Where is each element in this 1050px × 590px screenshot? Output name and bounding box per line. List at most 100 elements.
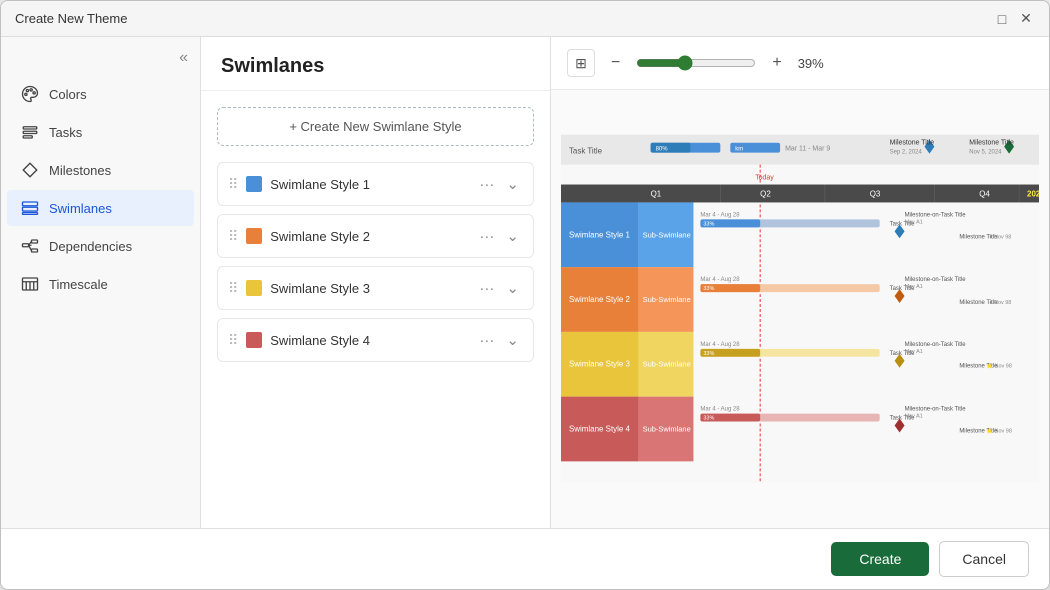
- close-button[interactable]: ✕: [1017, 10, 1035, 28]
- svg-text:● Nov 98: ● Nov 98: [989, 234, 1011, 240]
- sidebar: « Colors: [1, 37, 201, 528]
- style-actions-2: ··· ⌄: [475, 225, 523, 247]
- style-label-1: Swimlane Style 1: [270, 177, 467, 192]
- svg-text:km: km: [735, 147, 743, 153]
- create-button[interactable]: Create: [831, 542, 929, 576]
- dialog-title: Create New Theme: [15, 11, 127, 26]
- create-swimlane-style-button[interactable]: + Create New Swimlane Style: [217, 107, 534, 146]
- svg-text:⭐ Nov 98: ⭐ Nov 98: [986, 427, 1012, 434]
- main-header: Swimlanes: [201, 37, 550, 91]
- svg-text:Sub-Swimlane: Sub-Swimlane: [643, 424, 691, 433]
- table-view-button[interactable]: ⊞: [567, 49, 595, 77]
- sidebar-colors-label: Colors: [49, 87, 87, 102]
- tasks-icon: [21, 123, 39, 141]
- zoom-slider[interactable]: [636, 55, 756, 71]
- gantt-preview: Task Title 80% km Mar 11 - Mar 9 Milesto…: [561, 100, 1039, 518]
- main-content-panel: Swimlanes + Create New Swimlane Style Sw…: [201, 37, 551, 528]
- svg-text:80%: 80%: [656, 147, 669, 153]
- style-expand-button-1[interactable]: ⌄: [502, 173, 523, 195]
- svg-text:Q1: Q1: [651, 189, 662, 198]
- drag-handle-4[interactable]: [228, 332, 238, 349]
- svg-text:Milestone Title: Milestone Title: [890, 140, 935, 147]
- svg-text:Milestone-on-Task Title: Milestone-on-Task Title: [905, 342, 967, 348]
- zoom-in-button[interactable]: +: [766, 52, 787, 74]
- drag-handle-1[interactable]: [228, 176, 238, 193]
- svg-text:Swimlane Style 4: Swimlane Style 4: [569, 424, 631, 433]
- svg-text:Sub-Swimlane: Sub-Swimlane: [643, 230, 691, 239]
- style-expand-button-3[interactable]: ⌄: [502, 277, 523, 299]
- style-more-button-2[interactable]: ···: [475, 226, 498, 247]
- svg-text:Q3: Q3: [870, 189, 881, 198]
- sidebar-swimlanes-label: Swimlanes: [49, 201, 112, 216]
- dialog-footer: Create Cancel: [1, 528, 1049, 589]
- maximize-icon: □: [998, 11, 1006, 27]
- maximize-button[interactable]: □: [993, 10, 1011, 28]
- svg-text:⭐ Nov 98: ⭐ Nov 98: [986, 363, 1012, 370]
- sidebar-item-dependencies[interactable]: Dependencies: [7, 228, 194, 264]
- color-swatch-3: [246, 280, 262, 296]
- style-label-4: Swimlane Style 4: [270, 333, 467, 348]
- svg-text:Milestone-on-Task Title: Milestone-on-Task Title: [905, 277, 967, 283]
- drag-handle-2[interactable]: [228, 228, 238, 245]
- svg-text:Sub-Swimlane: Sub-Swimlane: [643, 360, 691, 369]
- dialog-body: « Colors: [1, 37, 1049, 528]
- swimlane-style-item-1: Swimlane Style 1 ··· ⌄: [217, 162, 534, 206]
- sidebar-item-timescale[interactable]: Timescale: [7, 266, 194, 302]
- sidebar-item-colors[interactable]: Colors: [7, 76, 194, 112]
- timescale-icon: [21, 275, 39, 293]
- svg-text:33%: 33%: [703, 416, 714, 422]
- sidebar-item-milestones[interactable]: Milestones: [7, 152, 194, 188]
- svg-text:Swimlane Style 1: Swimlane Style 1: [569, 230, 631, 239]
- sidebar-milestones-label: Milestones: [49, 163, 111, 178]
- style-label-3: Swimlane Style 3: [270, 281, 467, 296]
- style-expand-button-2[interactable]: ⌄: [502, 225, 523, 247]
- sidebar-item-swimlanes[interactable]: Swimlanes: [7, 190, 194, 226]
- style-label-2: Swimlane Style 2: [270, 229, 467, 244]
- svg-text:May A1: May A1: [905, 219, 923, 225]
- swimlane-style-item-4: Swimlane Style 4 ··· ⌄: [217, 318, 534, 362]
- preview-area: ⊞ − + 39% Task Title 80%: [551, 37, 1049, 528]
- style-expand-button-4[interactable]: ⌄: [502, 329, 523, 351]
- sidebar-collapse-button[interactable]: «: [1, 45, 200, 75]
- svg-text:May A1: May A1: [905, 349, 923, 355]
- cancel-button[interactable]: Cancel: [939, 541, 1029, 577]
- svg-text:Milestone-on-Task Title: Milestone-on-Task Title: [905, 407, 967, 413]
- dependencies-icon: [21, 237, 39, 255]
- svg-text:Mar 4 - Aug 28: Mar 4 - Aug 28: [700, 212, 740, 218]
- drag-handle-3[interactable]: [228, 280, 238, 297]
- svg-text:Milestone-on-Task Title: Milestone-on-Task Title: [905, 212, 967, 218]
- milestones-icon: [21, 161, 39, 179]
- svg-text:Mar 4 - Aug 28: Mar 4 - Aug 28: [700, 342, 740, 348]
- swimlane-style-item-2: Swimlane Style 2 ··· ⌄: [217, 214, 534, 258]
- swimlanes-icon: [21, 199, 39, 217]
- svg-text:Mar 4 - Aug 28: Mar 4 - Aug 28: [700, 277, 740, 283]
- svg-text:May A1: May A1: [905, 414, 923, 420]
- style-actions-1: ··· ⌄: [475, 173, 523, 195]
- zoom-out-button[interactable]: −: [605, 52, 626, 74]
- svg-text:Nov 5, 2024: Nov 5, 2024: [969, 150, 1002, 156]
- svg-text:2024: 2024: [1027, 189, 1039, 198]
- sidebar-dependencies-label: Dependencies: [49, 239, 132, 254]
- collapse-icon: «: [179, 49, 188, 67]
- svg-text:Mar 4 - Aug 28: Mar 4 - Aug 28: [700, 407, 740, 413]
- svg-text:Q4: Q4: [979, 189, 990, 198]
- svg-text:33%: 33%: [703, 221, 714, 227]
- svg-text:Sep 2, 2024: Sep 2, 2024: [890, 150, 923, 156]
- sidebar-tasks-label: Tasks: [49, 125, 82, 140]
- title-bar: Create New Theme □ ✕: [1, 1, 1049, 37]
- main-body: + Create New Swimlane Style Swimlane Sty…: [201, 91, 550, 528]
- swimlane-style-item-3: Swimlane Style 3 ··· ⌄: [217, 266, 534, 310]
- create-theme-dialog: Create New Theme □ ✕ «: [0, 0, 1050, 590]
- svg-text:● Nov 98: ● Nov 98: [989, 300, 1011, 306]
- svg-text:Sub-Swimlane: Sub-Swimlane: [643, 295, 691, 304]
- sidebar-item-tasks[interactable]: Tasks: [7, 114, 194, 150]
- svg-text:33%: 33%: [703, 286, 714, 292]
- style-more-button-4[interactable]: ···: [475, 330, 498, 351]
- title-bar-controls: □ ✕: [993, 10, 1035, 28]
- color-swatch-1: [246, 176, 262, 192]
- svg-text:Mar 11 - Mar 9: Mar 11 - Mar 9: [785, 146, 830, 153]
- style-more-button-3[interactable]: ···: [475, 278, 498, 299]
- style-more-button-1[interactable]: ···: [475, 174, 498, 195]
- preview-canvas: Task Title 80% km Mar 11 - Mar 9 Milesto…: [551, 90, 1049, 528]
- svg-text:Today: Today: [755, 175, 774, 182]
